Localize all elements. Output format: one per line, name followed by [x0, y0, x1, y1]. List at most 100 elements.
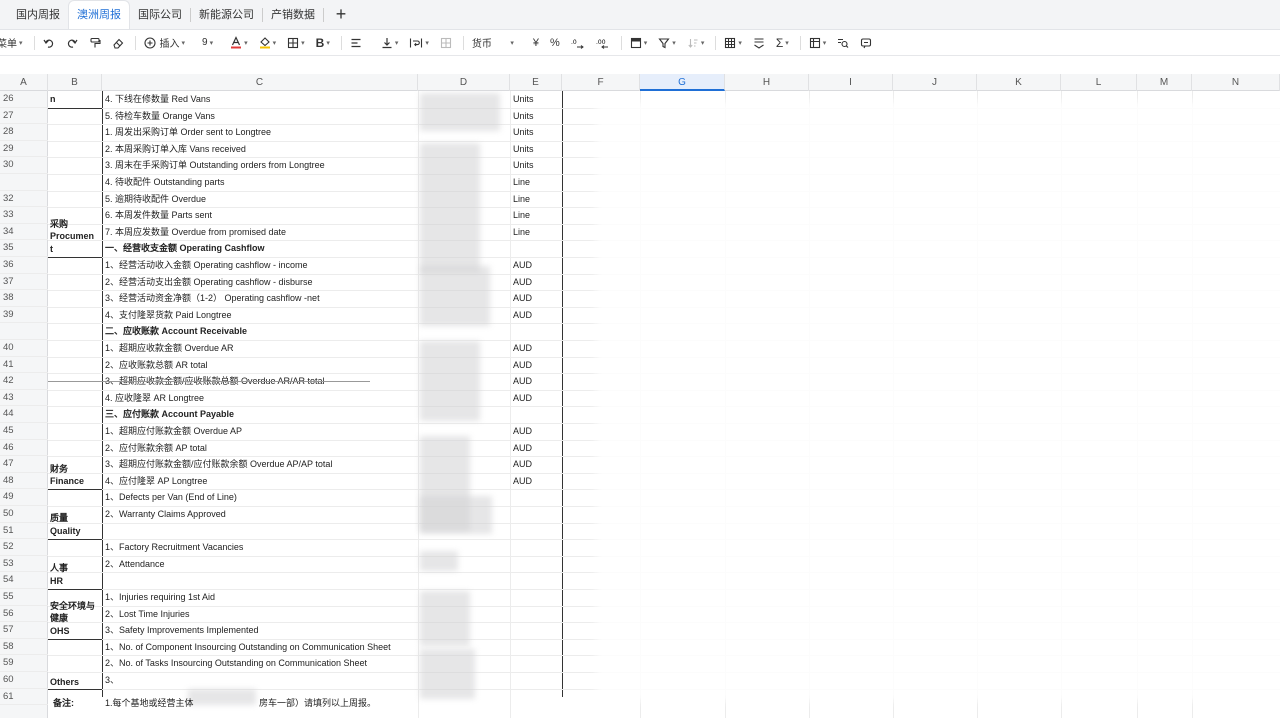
row-header[interactable]: 54 — [0, 572, 48, 589]
merge-cells-button[interactable] — [436, 33, 456, 53]
unit-cell[interactable]: Units — [513, 91, 534, 108]
unit-cell[interactable]: Line — [513, 174, 530, 191]
metric-label-cell[interactable]: 1、经营活动收入金额 Operating cashflow - income — [105, 257, 308, 274]
unit-cell[interactable]: AUD — [513, 373, 532, 390]
row-header[interactable]: 32 — [0, 191, 48, 208]
column-header-d[interactable]: D — [418, 74, 510, 91]
metric-label-cell[interactable]: 7. 本周应发数量 Overdue from promised date — [105, 224, 286, 241]
unit-cell[interactable]: AUD — [513, 440, 532, 457]
unit-cell[interactable]: Units — [513, 124, 534, 141]
metric-label-cell[interactable]: 4、应付隆翠 AP Longtree — [105, 473, 207, 490]
sheet-tab-new-energy[interactable]: 新能源公司 — [191, 1, 262, 29]
row-header[interactable] — [0, 174, 48, 191]
spreadsheet-grid[interactable]: 4. 下线在修数量 Red Vans Units 5. 待检车数量 Orange V… — [48, 91, 1280, 718]
row-header[interactable]: 61 — [0, 689, 48, 706]
unit-cell[interactable]: AUD — [513, 456, 532, 473]
row-header[interactable]: 29 — [0, 141, 48, 158]
row-header[interactable]: 33 — [0, 207, 48, 224]
row-header[interactable]: 40 — [0, 340, 48, 357]
row-header[interactable]: 47 — [0, 456, 48, 473]
metric-label-cell[interactable]: 5. 逾期待收配件 Overdue — [105, 191, 206, 208]
unit-cell[interactable]: Line — [513, 207, 530, 224]
metric-label-cell[interactable]: 4. 下线在修数量 Red Vans — [105, 91, 210, 108]
row-header[interactable]: 51 — [0, 523, 48, 540]
currency-format-button[interactable]: ¥ — [529, 33, 543, 53]
format-painter-button[interactable] — [85, 33, 105, 53]
vertical-align-button[interactable]: ▾ — [377, 33, 403, 53]
unit-cell[interactable]: Line — [513, 191, 530, 208]
font-color-button[interactable]: ▾ — [226, 33, 252, 53]
metric-label-cell[interactable]: 5. 待检车数量 Orange Vans — [105, 108, 215, 125]
unit-cell[interactable]: Units — [513, 141, 534, 158]
align-button[interactable] — [346, 33, 366, 53]
row-header[interactable]: 48 — [0, 473, 48, 490]
metric-label-cell[interactable]: 3、超期应付账款金额/应付账款余额 Overdue AP/AP total — [105, 456, 332, 473]
row-header[interactable]: 34 — [0, 224, 48, 241]
row-header[interactable]: 52 — [0, 539, 48, 556]
row-header[interactable]: 36 — [0, 257, 48, 274]
column-header-c[interactable]: C — [102, 74, 418, 91]
sheet-tab-international[interactable]: 国际公司 — [130, 1, 190, 29]
metric-label-cell[interactable]: 2. 本周采购订单入库 Vans received — [105, 141, 246, 158]
unit-cell[interactable]: AUD — [513, 357, 532, 374]
row-header[interactable]: 50 — [0, 506, 48, 523]
column-header-b[interactable]: B — [48, 74, 102, 91]
unit-cell[interactable]: Line — [513, 224, 530, 241]
metric-label-cell[interactable]: 4、支付隆翠货款 Paid Longtree — [105, 307, 232, 324]
sort-button[interactable]: ▾ — [683, 33, 709, 53]
metric-label-cell[interactable]: 6. 本周发件数量 Parts sent — [105, 207, 212, 224]
metric-label-cell[interactable]: 1、Defects per Van (End of Line) — [105, 489, 237, 506]
sheet-tab-australia-weekly[interactable]: 澳洲周报 — [68, 0, 130, 29]
comment-button[interactable] — [856, 33, 876, 53]
column-header-l[interactable]: L — [1061, 74, 1137, 91]
metric-label-cell[interactable]: 3、 — [105, 672, 119, 689]
row-header[interactable]: 27 — [0, 108, 48, 125]
metric-label-cell[interactable]: 一、经营收支金额 Operating Cashflow — [105, 240, 265, 257]
metric-label-cell[interactable]: 三、应付账款 Account Payable — [105, 406, 234, 423]
number-format-select[interactable]: 货币 ▾ — [468, 33, 518, 53]
metric-label-cell[interactable]: 1、Injuries requiring 1st Aid — [105, 589, 215, 606]
unit-cell[interactable]: AUD — [513, 340, 532, 357]
metric-label-cell[interactable]: 4. 待收配件 Outstanding parts — [105, 174, 225, 191]
row-header[interactable]: 53 — [0, 556, 48, 573]
metric-label-cell[interactable]: 2、Attendance — [105, 556, 165, 573]
row-header[interactable]: 39 — [0, 307, 48, 324]
clear-format-button[interactable] — [108, 33, 128, 53]
row-header[interactable]: 44 — [0, 406, 48, 423]
row-header[interactable]: 46 — [0, 440, 48, 457]
insert-button[interactable]: 插入 ▾ — [140, 33, 190, 53]
metric-label-cell[interactable]: 2、No. of Tasks Insourcing Outstanding on… — [105, 655, 367, 672]
metric-label-cell[interactable]: 2、Warranty Claims Approved — [105, 506, 226, 523]
row-header[interactable]: 38 — [0, 290, 48, 307]
freeze-button[interactable]: ▾ — [805, 33, 831, 53]
column-header-n[interactable]: N — [1192, 74, 1280, 91]
sheet-tab-production-sales[interactable]: 产销数据 — [263, 1, 323, 29]
decrease-decimal-button[interactable]: .00 — [592, 33, 614, 53]
metric-label-cell[interactable]: 1、超期应付账款金额 Overdue AP — [105, 423, 242, 440]
cell-style-button[interactable]: ▾ — [626, 33, 652, 53]
conditional-format-button[interactable] — [749, 33, 769, 53]
sum-button[interactable]: Σ ▾ — [772, 33, 793, 53]
column-header-g[interactable]: G — [640, 74, 725, 91]
unit-cell[interactable]: AUD — [513, 423, 532, 440]
metric-label-cell[interactable]: 2、Lost Time Injuries — [105, 606, 190, 623]
metric-label-cell[interactable]: 3. 周末在手采购订单 Outstanding orders from Long… — [105, 157, 325, 174]
menu-button[interactable]: 菜单 ▾ — [0, 33, 27, 53]
row-header[interactable]: 60 — [0, 672, 48, 689]
fill-color-button[interactable]: ▾ — [255, 33, 281, 53]
row-header[interactable]: 59 — [0, 655, 48, 672]
column-header-h[interactable]: H — [725, 74, 809, 91]
add-sheet-button[interactable]: + — [328, 1, 354, 29]
metric-label-cell[interactable]: 3、经营活动资金净额（1-2） Operating cashflow -net — [105, 290, 320, 307]
bold-button[interactable]: B ▾ — [312, 33, 334, 53]
row-header[interactable]: 28 — [0, 124, 48, 141]
find-button[interactable] — [833, 33, 853, 53]
font-size-select[interactable]: 9 ▾ — [198, 33, 217, 53]
column-header-i[interactable]: I — [809, 74, 893, 91]
filter-button[interactable]: ▾ — [654, 33, 680, 53]
unit-cell[interactable]: AUD — [513, 290, 532, 307]
borders-button[interactable]: ▾ — [283, 33, 309, 53]
metric-label-cell[interactable]: 1、No. of Component Insourcing Outstandin… — [105, 639, 391, 656]
row-header[interactable]: 42 — [0, 373, 48, 390]
row-header[interactable]: 35 — [0, 240, 48, 257]
